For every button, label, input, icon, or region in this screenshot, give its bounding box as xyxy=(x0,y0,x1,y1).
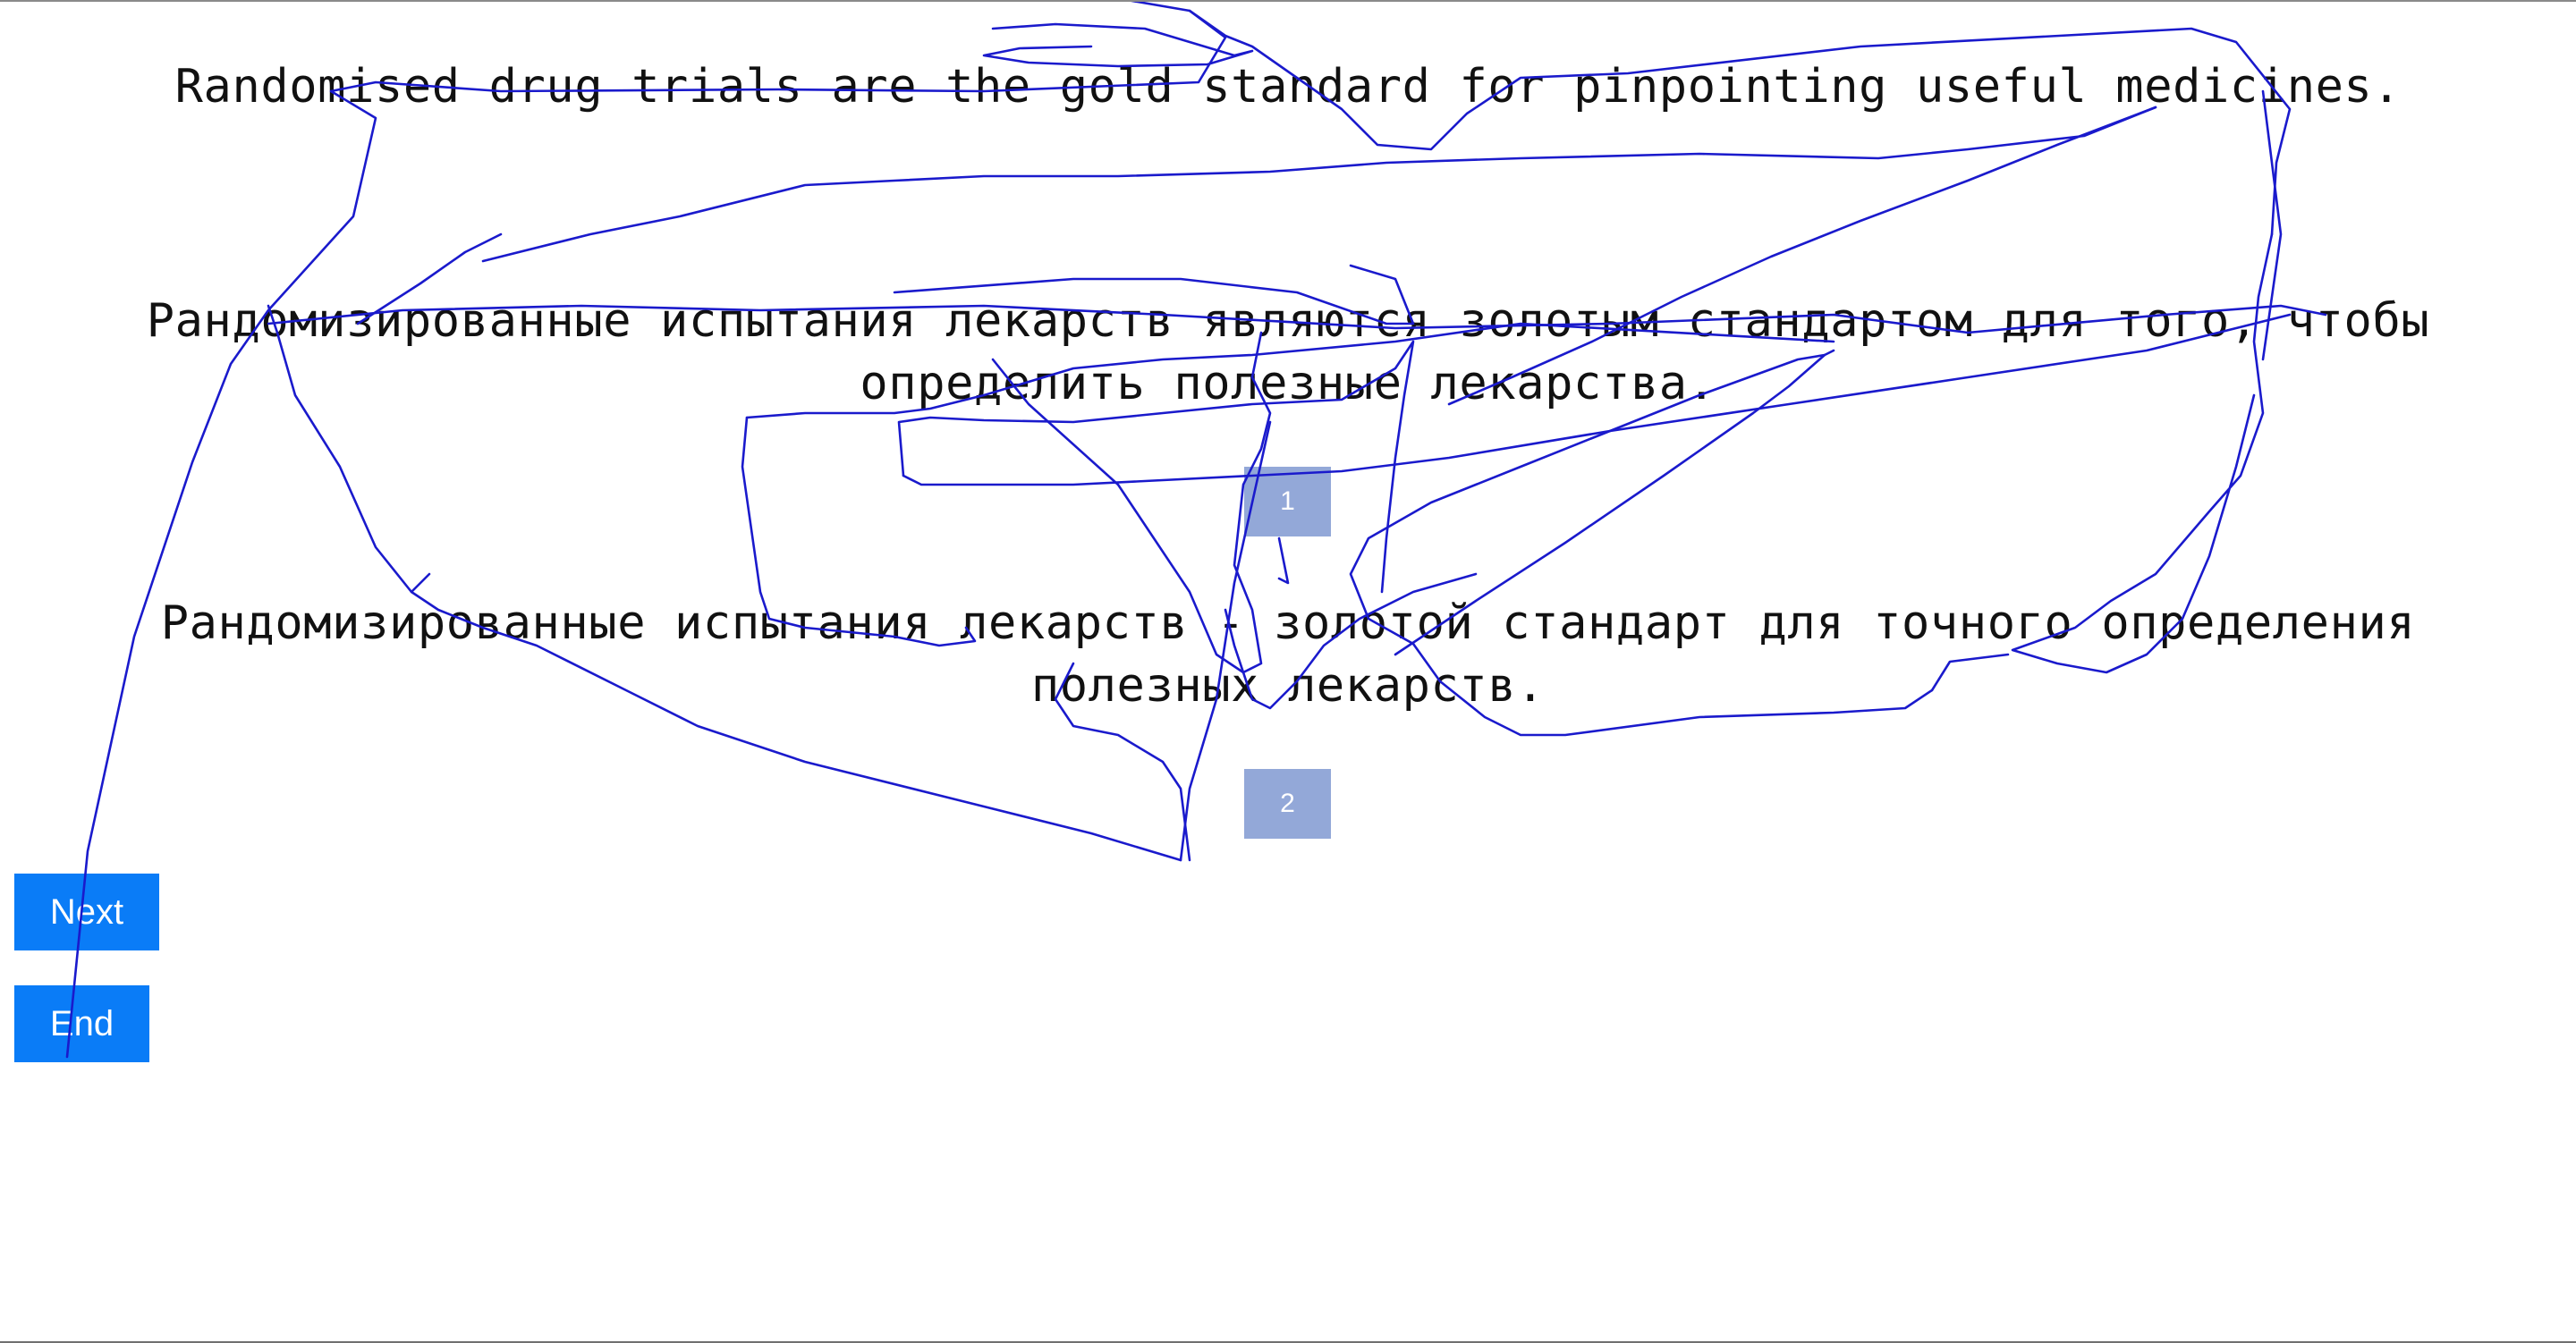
translation-option-1: Рандомизированные испытания лекарств явл… xyxy=(146,294,2430,410)
next-button[interactable]: Next xyxy=(14,874,159,950)
translation-option-2: Рандомизированные испытания лекарств - з… xyxy=(160,596,2416,713)
end-button[interactable]: End xyxy=(14,985,149,1062)
rank-box-1[interactable]: 1 xyxy=(1244,467,1331,536)
source-sentence: Randomised drug trials are the gold stan… xyxy=(174,60,2402,114)
ranking-page: Randomised drug trials are the gold stan… xyxy=(0,0,2576,1343)
rank-box-2[interactable]: 2 xyxy=(1244,769,1331,839)
